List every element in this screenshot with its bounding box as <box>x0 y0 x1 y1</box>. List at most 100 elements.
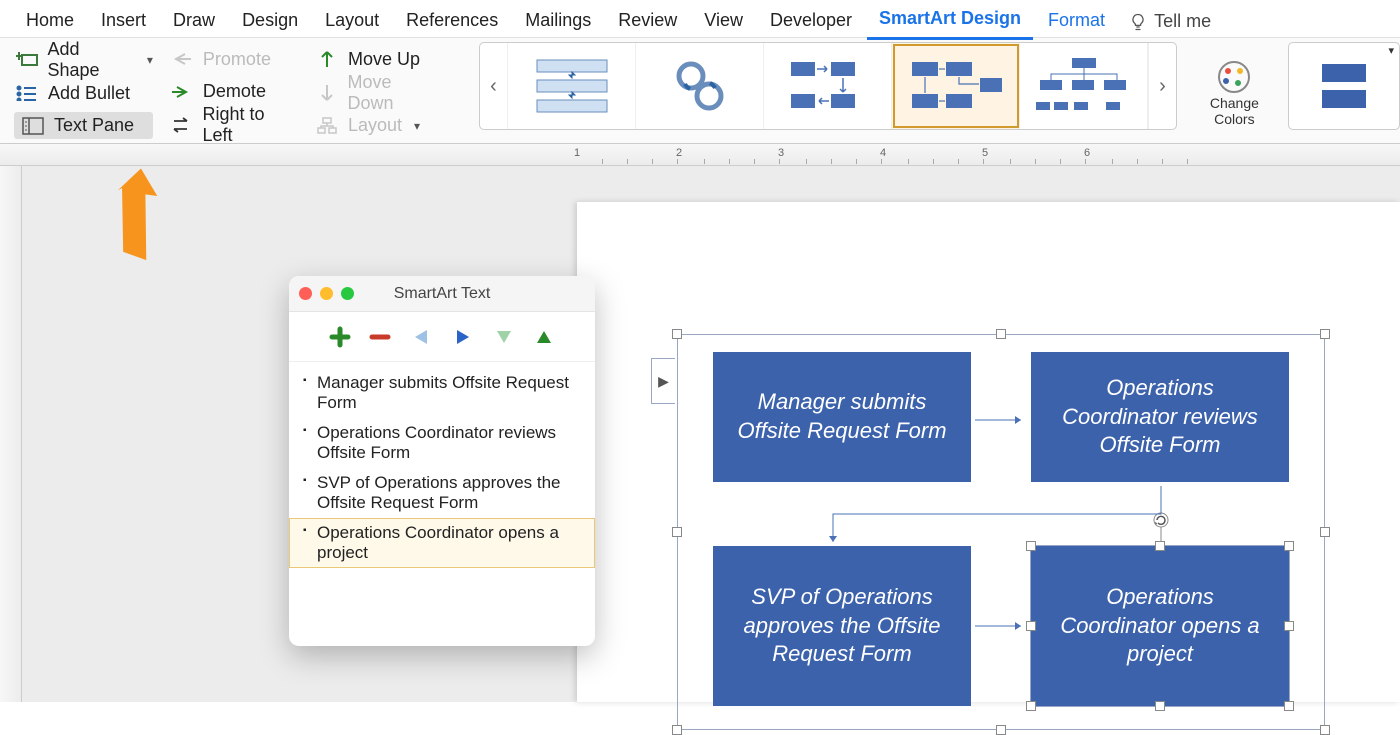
add-bullet-button[interactable]: Add Bullet <box>14 80 153 106</box>
smartart-box-3[interactable]: SVP of Operations approves the Offsite R… <box>713 546 971 706</box>
add-icon[interactable] <box>329 326 351 348</box>
document-workspace: ▶ Manager submits Offsite Request Form O… <box>0 166 1400 702</box>
lightbulb-icon <box>1128 12 1148 32</box>
tab-layout[interactable]: Layout <box>313 5 391 39</box>
gallery-prev-button[interactable]: ‹ <box>480 43 508 129</box>
ruler-tick: 2 <box>676 147 682 159</box>
add-shape-label: Add Shape <box>48 39 135 81</box>
tell-me-label: Tell me <box>1154 11 1211 32</box>
outdent-icon[interactable] <box>409 326 433 348</box>
smartart-box-4-selected[interactable]: Operations Coordinator opens a project <box>1031 546 1289 706</box>
tab-smartart-design[interactable]: SmartArt Design <box>867 3 1033 40</box>
move-up-label: Move Up <box>348 49 420 70</box>
textpane-item[interactable]: Operations Coordinator reviews Offsite F… <box>289 418 595 468</box>
layout-label: Layout <box>348 115 402 136</box>
zoom-icon[interactable] <box>341 287 354 300</box>
remove-icon[interactable] <box>369 326 391 348</box>
ribbon-body: Add Shape▾ Add Bullet Text Pane Promote … <box>0 38 1400 144</box>
chevron-down-icon: ▾ <box>147 53 153 67</box>
tab-insert[interactable]: Insert <box>89 5 158 39</box>
move-down-label: Move Down <box>348 72 441 114</box>
change-colors-label1: Change <box>1210 95 1259 111</box>
ribbon-group-graphic: Add Shape▾ Add Bullet Text Pane <box>6 42 161 143</box>
promote-label: Promote <box>203 49 271 70</box>
window-controls[interactable] <box>299 287 354 300</box>
smartart-text-pane[interactable]: SmartArt Text Manager submits Offsite Re… <box>289 276 595 646</box>
tab-view[interactable]: View <box>692 5 755 39</box>
smartart-styles-gallery[interactable] <box>1288 42 1400 130</box>
move-down-icon[interactable] <box>493 325 515 349</box>
textpane-titlebar[interactable]: SmartArt Text <box>289 276 595 312</box>
tab-review[interactable]: Review <box>606 5 689 39</box>
layout-thumb-4-selected[interactable] <box>892 43 1020 129</box>
ruler-tick: 6 <box>1084 147 1090 159</box>
smartart-expand-tab[interactable]: ▶ <box>651 358 675 404</box>
demote-button[interactable]: Demote <box>169 79 298 106</box>
layout-icon <box>314 117 340 135</box>
textpane-item[interactable]: Manager submits Offsite Request Form <box>289 368 595 418</box>
arrow-right-icon <box>169 84 195 100</box>
swap-icon <box>169 116 195 134</box>
add-shape-icon <box>14 51 40 69</box>
layout-thumb-2[interactable] <box>636 43 764 129</box>
layout-thumb-3[interactable] <box>764 43 892 129</box>
indent-icon[interactable] <box>451 326 475 348</box>
arrow-1-2-icon <box>973 412 1029 428</box>
tab-developer[interactable]: Developer <box>758 5 864 39</box>
page: ▶ Manager submits Offsite Request Form O… <box>577 202 1400 702</box>
add-shape-button[interactable]: Add Shape▾ <box>14 46 153 74</box>
ruler-tick: 1 <box>574 147 580 159</box>
smartart-object[interactable]: ▶ Manager submits Offsite Request Form O… <box>677 334 1325 730</box>
demote-label: Demote <box>203 81 266 102</box>
layout-thumb-1[interactable] <box>508 43 636 129</box>
textpane-item-selected[interactable]: Operations Coordinator opens a project <box>289 518 595 568</box>
textpane-title: SmartArt Text <box>394 285 491 303</box>
ribbon-group-reorder: Move Up Move Down Layout ▾ <box>306 42 449 143</box>
vertical-ruler <box>0 166 22 702</box>
rtl-label: Right to Left <box>203 104 298 146</box>
palette-icon <box>1216 59 1252 95</box>
ribbon-group-hierarchy: Promote Demote Right to Left <box>161 42 306 143</box>
textpane-item[interactable]: SVP of Operations approves the Offsite R… <box>289 468 595 518</box>
minimize-icon[interactable] <box>320 287 333 300</box>
text-pane-label: Text Pane <box>54 115 134 136</box>
layout-button[interactable]: Layout ▾ <box>314 113 441 140</box>
change-colors-label2: Colors <box>1214 111 1254 127</box>
gallery-next-button[interactable]: › <box>1148 43 1176 129</box>
move-up-icon[interactable] <box>533 325 555 349</box>
tab-design[interactable]: Design <box>230 5 310 39</box>
layout-thumb-5[interactable] <box>1020 43 1148 129</box>
arrow-left-icon <box>169 51 195 67</box>
smartart-box-2[interactable]: Operations Coordinator reviews Offsite F… <box>1031 352 1289 482</box>
layouts-gallery: ‹ › <box>479 42 1177 130</box>
tab-draw[interactable]: Draw <box>161 5 227 39</box>
arrow-3-4-icon <box>973 618 1029 634</box>
chevron-down-icon: ▾ <box>414 119 420 133</box>
horizontal-ruler: 1 2 3 4 5 6 <box>0 144 1400 166</box>
tab-home[interactable]: Home <box>14 5 86 39</box>
arrow-down-icon <box>314 83 340 103</box>
textpane-list: Manager submits Offsite Request Form Ope… <box>289 362 595 574</box>
rtl-button[interactable]: Right to Left <box>169 111 298 139</box>
ruler-tick: 5 <box>982 147 988 159</box>
smartart-box-1[interactable]: Manager submits Offsite Request Form <box>713 352 971 482</box>
text-pane-button[interactable]: Text Pane <box>14 112 153 139</box>
callout-arrow-icon <box>94 168 174 278</box>
ruler-tick: 3 <box>778 147 784 159</box>
move-up-button[interactable]: Move Up <box>314 46 441 73</box>
textpane-toolbar <box>289 312 595 362</box>
arrow-2-3-icon <box>827 484 1167 554</box>
move-down-button[interactable]: Move Down <box>314 79 441 107</box>
close-icon[interactable] <box>299 287 312 300</box>
tell-me[interactable]: Tell me <box>1128 11 1211 32</box>
promote-button[interactable]: Promote <box>169 46 298 73</box>
tab-mailings[interactable]: Mailings <box>513 5 603 39</box>
arrow-up-icon <box>314 49 340 69</box>
tab-references[interactable]: References <box>394 5 510 39</box>
ribbon-tabs: Home Insert Draw Design Layout Reference… <box>0 0 1400 38</box>
bullet-list-icon <box>14 85 40 101</box>
tab-format[interactable]: Format <box>1036 5 1117 39</box>
ruler-tick: 4 <box>880 147 886 159</box>
change-colors-button[interactable]: ▾ Change Colors <box>1195 42 1274 143</box>
add-bullet-label: Add Bullet <box>48 83 130 104</box>
